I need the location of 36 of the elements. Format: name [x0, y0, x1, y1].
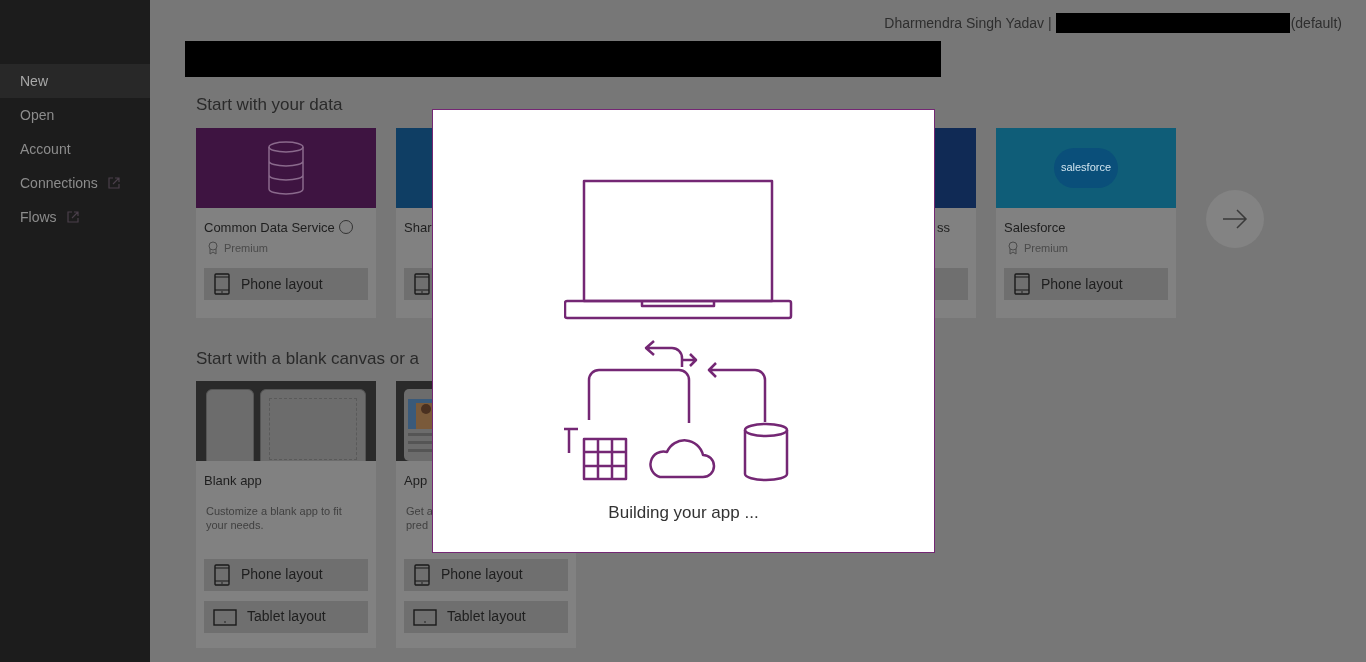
card-title: ss	[937, 218, 950, 237]
card-title: Salesforce	[1004, 218, 1066, 237]
card-title: Common Data Service	[204, 218, 335, 237]
phone-icon	[413, 273, 431, 295]
app-card[interactable]: Blank app Customize a blank app to fit your needs. Phone layout Tablet layout	[196, 381, 376, 648]
phone-icon	[1013, 273, 1031, 295]
sidebar-item[interactable]: Flows	[0, 200, 150, 234]
salesforce-logo: salesforce	[1054, 147, 1118, 188]
sidebar-item[interactable]: Open	[0, 98, 150, 132]
sidebar-item[interactable]: Connections	[0, 166, 150, 200]
section-heading: Start with a blank canvas or a	[196, 347, 420, 370]
phone-icon	[213, 563, 231, 586]
ribbon-icon	[1008, 241, 1018, 255]
sidebar-item[interactable]: Account	[0, 132, 150, 166]
ribbon-icon	[208, 241, 218, 255]
phone-layout-button[interactable]: Phone layout	[1004, 268, 1168, 300]
card-title: Shar	[404, 218, 432, 237]
card-description: Customize a blank app to fit your needs.	[205, 503, 343, 533]
environment-label: (default)	[1290, 13, 1342, 33]
sidebar-item[interactable]: New	[0, 64, 150, 98]
tablet-layout-button[interactable]: Tablet layout	[204, 600, 368, 633]
phone-layout-button[interactable]: Phone layout	[204, 268, 368, 300]
arrow-right-icon	[1222, 208, 1248, 229]
card-title: Blank app	[204, 472, 262, 490]
section-heading: Start with your data	[196, 94, 344, 116]
tablet-icon	[413, 606, 437, 627]
phone-icon	[213, 273, 231, 295]
status-message: Building your app ...	[608, 502, 759, 524]
database-icon	[267, 139, 305, 196]
card-title: App	[404, 472, 428, 490]
phone-layout-button[interactable]: Phone layout	[204, 558, 368, 591]
tablet-icon	[213, 606, 237, 627]
tablet-layout-button[interactable]: Tablet layout	[404, 600, 568, 633]
phone-icon	[413, 563, 431, 586]
phone-layout-button[interactable]: Phone layout	[404, 558, 568, 591]
user-name: Dharmendra Singh Yadav |	[884, 13, 1052, 33]
